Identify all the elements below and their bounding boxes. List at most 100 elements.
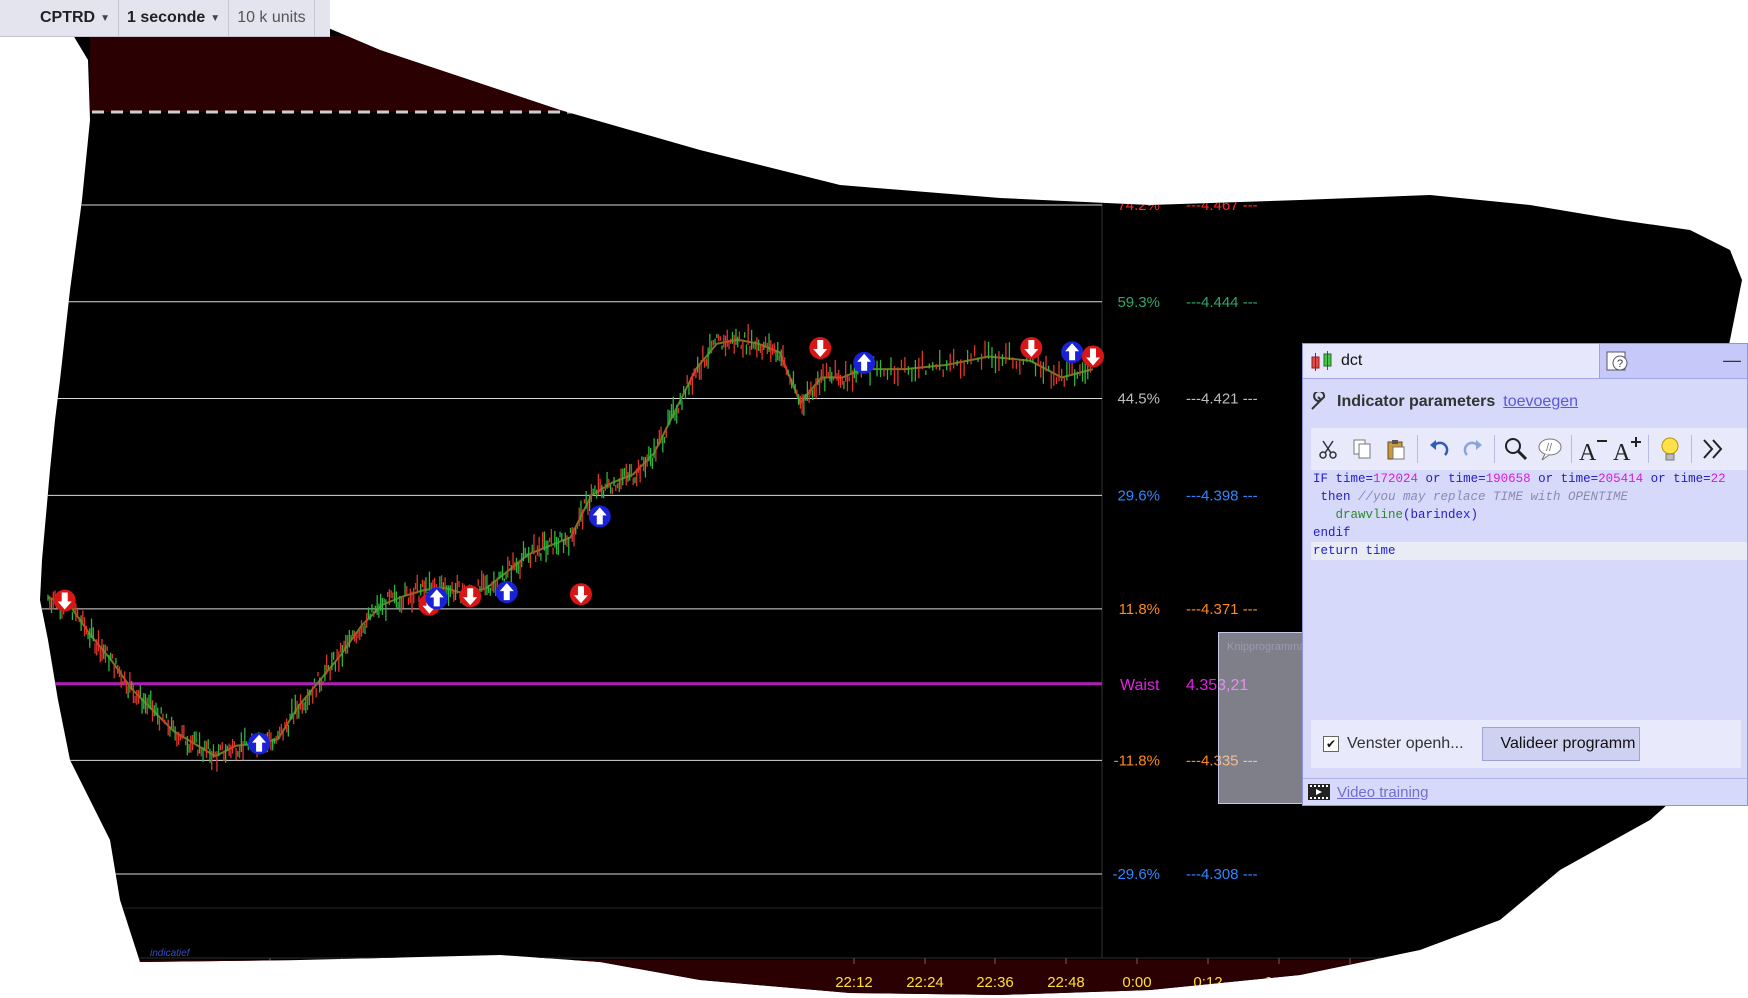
code-token: time= xyxy=(1553,472,1599,486)
open-window-label: Venster openh... xyxy=(1347,735,1464,752)
copy-icon[interactable] xyxy=(1345,432,1379,466)
code-comment: //you may replace TIME with OPENTIME xyxy=(1350,490,1629,504)
level-pct-label: -11.8% xyxy=(1114,752,1160,769)
add-params-link[interactable]: toevoegen xyxy=(1503,393,1578,411)
font-decrease-icon[interactable]: A xyxy=(1576,432,1610,466)
level-price-label: ---4.308 --- xyxy=(1186,866,1258,883)
svg-text:?: ? xyxy=(1617,358,1623,370)
x-tick-label: 0:24 xyxy=(1264,974,1293,991)
units-label: 10 k units xyxy=(237,9,306,26)
level-pct-label: 29.6% xyxy=(1117,487,1160,504)
validate-program-button[interactable]: Valideer programm xyxy=(1481,727,1640,761)
toolbar-separator xyxy=(1571,435,1572,463)
waist-label: Waist xyxy=(1120,677,1160,694)
svg-text://: // xyxy=(1546,442,1553,454)
sell-arrow-icon xyxy=(809,337,832,360)
symbol-label: CPTRD xyxy=(40,9,96,26)
buy-arrow-icon xyxy=(425,587,448,610)
sell-arrow-icon xyxy=(53,589,76,612)
x-tick-label: 22:24 xyxy=(906,974,944,991)
x-tick-label: 1:00 xyxy=(1477,974,1506,991)
x-tick-label: 21:12 xyxy=(465,974,503,991)
code-token: 22 xyxy=(1710,472,1726,486)
code-line-3: drawvline(barindex) xyxy=(1311,506,1747,524)
indicator-name: dct xyxy=(1341,352,1363,369)
search-icon[interactable] xyxy=(1499,432,1533,466)
buy-arrow-icon xyxy=(248,732,271,755)
panel-titlebar: dct ? — xyxy=(1303,344,1747,379)
level-pct-label: 74.2% xyxy=(1117,197,1160,214)
minimize-icon[interactable]: — xyxy=(1723,350,1741,371)
sell-arrow-icon xyxy=(569,583,592,606)
x-tick-label: 0:12 xyxy=(1193,974,1222,991)
code-token: then xyxy=(1313,490,1351,504)
buy-arrow-icon xyxy=(495,581,518,604)
chart-toolbar: CPTRD ▼ 1 seconde ▼ 10 k units xyxy=(0,0,330,37)
units-selector[interactable]: 10 k units xyxy=(229,0,315,36)
level-price-label: ---4.467 --- xyxy=(1186,197,1258,214)
x-axis-band xyxy=(38,960,1742,995)
video-training-link[interactable]: Video training xyxy=(1337,784,1428,801)
x-tick-label: 22:12 xyxy=(835,974,873,991)
symbol-selector[interactable]: CPTRD ▼ xyxy=(0,0,120,36)
toolbar-separator xyxy=(1691,435,1692,463)
level-price-label: ---4.371 --- xyxy=(1186,601,1258,618)
x-tick-label: 20:36 xyxy=(251,974,289,991)
redo-icon[interactable] xyxy=(1456,432,1490,466)
upper-shaded-band xyxy=(90,36,610,112)
svg-text:A: A xyxy=(1613,440,1631,462)
chevron-down-icon: ▼ xyxy=(210,12,221,24)
code-token: or xyxy=(1418,472,1441,486)
code-token: 172024 xyxy=(1373,472,1419,486)
x-tick-label: 0:36 xyxy=(1335,974,1364,991)
more-chevron-icon[interactable] xyxy=(1696,432,1730,466)
validate-program-label: Valideer programm xyxy=(1500,735,1636,752)
sell-arrow-icon xyxy=(1020,337,1043,360)
level-price-label: ---4.421 --- xyxy=(1186,391,1258,408)
indicator-params-row: Indicator parameters toevoegen xyxy=(1309,392,1578,412)
level-price-label: ---4.444 --- xyxy=(1186,294,1258,311)
indicator-editor-panel: dct ? — Indicator parameters toevoegen /… xyxy=(1302,343,1748,806)
level-pct-label: -29.6% xyxy=(1112,866,1160,883)
code-token: or xyxy=(1643,472,1666,486)
film-icon xyxy=(1308,784,1330,800)
x-tick-label: 21:00 xyxy=(394,974,432,991)
help-icon[interactable]: ? xyxy=(1605,350,1631,372)
level-pct-label: 59.3% xyxy=(1117,294,1160,311)
font-increase-icon[interactable]: A xyxy=(1610,432,1644,466)
params-label: Indicator parameters xyxy=(1337,393,1496,410)
code-token: (barindex) xyxy=(1403,508,1479,522)
code-line-1: IF time=172024 or time=190658 or time=20… xyxy=(1311,470,1747,488)
lightbulb-icon[interactable] xyxy=(1653,432,1687,466)
x-tick-label: 0:48 xyxy=(1406,974,1435,991)
snipping-tool-label: Knipprogramma xyxy=(1227,641,1306,653)
wrench-icon xyxy=(1311,392,1326,410)
comment-icon[interactable]: // xyxy=(1533,432,1567,466)
code-token: time= xyxy=(1665,472,1711,486)
code-line-5: return time xyxy=(1311,542,1747,560)
timeframe-label: 1 seconde xyxy=(127,9,206,26)
paste-icon[interactable] xyxy=(1379,432,1413,466)
code-line-2: then //you may replace TIME with OPENTIM… xyxy=(1311,488,1747,506)
code-line-4: endif xyxy=(1313,526,1351,540)
code-token: or xyxy=(1530,472,1554,486)
x-tick-label: 22:36 xyxy=(976,974,1014,991)
panel-actions: ✔ Venster openh... Valideer programm xyxy=(1311,720,1741,768)
toolbar-separator xyxy=(1494,435,1495,463)
cut-icon[interactable] xyxy=(1311,432,1345,466)
x-tick-label: 22:48 xyxy=(1047,974,1085,991)
open-window-checkbox[interactable]: ✔ xyxy=(1323,736,1339,752)
undo-icon[interactable] xyxy=(1422,432,1456,466)
x-tick-label: 0:00 xyxy=(1122,974,1151,991)
screenshot-stage: 74.2% ---4.467 --- 59.3% ---4.444 --- 44.5% -… xyxy=(0,0,1748,998)
code-editor[interactable]: IF time=172024 or time=190658 or time=20… xyxy=(1311,470,1747,660)
sell-arrow-icon xyxy=(1082,345,1104,368)
timeframe-selector[interactable]: 1 seconde ▼ xyxy=(119,0,230,36)
sell-arrow-icon xyxy=(459,585,482,608)
panel-footer: Video training xyxy=(1303,778,1747,805)
level-pct-label: 44.5% xyxy=(1117,391,1160,408)
buy-arrow-icon xyxy=(588,505,611,528)
level-price-label: ---4.398 --- xyxy=(1186,487,1258,504)
editor-toolbar: // A A xyxy=(1311,428,1747,470)
code-token: IF xyxy=(1313,472,1329,486)
